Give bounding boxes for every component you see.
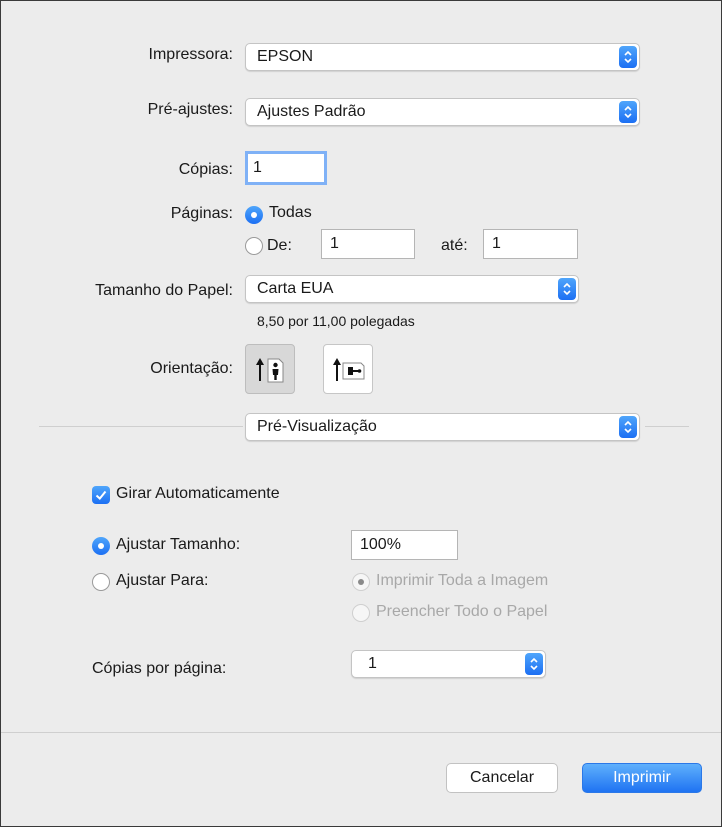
chevron-up-down-icon bbox=[619, 101, 637, 123]
pages-range-radio[interactable] bbox=[245, 237, 263, 255]
fit-fill-paper-radio[interactable] bbox=[352, 604, 370, 622]
scale-field[interactable]: 100% bbox=[351, 530, 458, 560]
pages-to-label: até: bbox=[441, 237, 468, 254]
orientation-landscape-button[interactable] bbox=[323, 344, 373, 394]
orientation-label: Orientação: bbox=[150, 360, 233, 377]
section-select[interactable]: Pré-Visualização bbox=[245, 413, 640, 441]
paper-size-value: Carta EUA bbox=[257, 280, 334, 297]
copies-field[interactable]: 1 bbox=[245, 151, 327, 185]
printer-value: EPSON bbox=[257, 48, 314, 65]
chevron-up-down-icon bbox=[619, 416, 637, 438]
presets-select[interactable]: Ajustes Padrão bbox=[245, 98, 640, 126]
section-divider-left bbox=[39, 426, 243, 427]
copies-value: 1 bbox=[253, 159, 262, 176]
chevron-up-down-icon bbox=[619, 46, 637, 68]
pages-to-value: 1 bbox=[492, 235, 501, 252]
checkmark-icon bbox=[95, 490, 107, 500]
landscape-orientation-icon bbox=[333, 358, 365, 381]
presets-label: Pré-ajustes: bbox=[147, 101, 233, 118]
fit-label: Ajustar Para: bbox=[116, 572, 209, 589]
scale-radio[interactable] bbox=[92, 537, 110, 555]
orientation-portrait-button[interactable] bbox=[245, 344, 295, 394]
pages-to-field[interactable]: 1 bbox=[483, 229, 578, 259]
fit-all-image-label: Imprimir Toda a Imagem bbox=[376, 572, 549, 589]
section-divider-right bbox=[645, 426, 689, 427]
pages-label: Páginas: bbox=[170, 205, 233, 222]
scale-value: 100% bbox=[360, 536, 401, 553]
paper-size-label: Tamanho do Papel: bbox=[95, 282, 233, 299]
pages-all-radio[interactable] bbox=[245, 206, 263, 224]
copies-label: Cópias: bbox=[178, 161, 233, 178]
pages-all-label: Todas bbox=[269, 204, 312, 221]
fit-all-image-radio[interactable] bbox=[352, 573, 370, 591]
printer-select[interactable]: EPSON bbox=[245, 43, 640, 71]
copies-per-page-select[interactable]: 1 bbox=[351, 650, 546, 678]
copies-per-page-value: 1 bbox=[368, 655, 377, 672]
copies-per-page-label: Cópias por página: bbox=[92, 660, 227, 677]
auto-rotate-checkbox[interactable] bbox=[92, 486, 110, 504]
cancel-button[interactable]: Cancelar bbox=[446, 763, 558, 793]
footer-divider bbox=[1, 732, 721, 733]
print-dialog: Impressora: EPSON Pré-ajustes: Ajustes P… bbox=[0, 0, 722, 827]
paper-size-dimensions: 8,50 por 11,00 polegadas bbox=[257, 313, 415, 329]
print-button[interactable]: Imprimir bbox=[582, 763, 702, 793]
printer-label: Impressora: bbox=[148, 46, 233, 63]
pages-from-value: 1 bbox=[330, 235, 339, 252]
presets-value: Ajustes Padrão bbox=[257, 103, 366, 120]
fit-radio[interactable] bbox=[92, 573, 110, 591]
pages-from-label: De: bbox=[267, 237, 292, 254]
fit-fill-paper-label: Preencher Todo o Papel bbox=[376, 603, 548, 620]
pages-from-field[interactable]: 1 bbox=[321, 229, 415, 259]
auto-rotate-label: Girar Automaticamente bbox=[116, 485, 280, 502]
section-value: Pré-Visualização bbox=[257, 418, 377, 435]
paper-size-select[interactable]: Carta EUA bbox=[245, 275, 579, 303]
portrait-orientation-icon bbox=[256, 358, 284, 383]
chevron-up-down-icon bbox=[558, 278, 576, 300]
chevron-up-down-icon bbox=[525, 653, 543, 675]
scale-label: Ajustar Tamanho: bbox=[116, 536, 241, 553]
